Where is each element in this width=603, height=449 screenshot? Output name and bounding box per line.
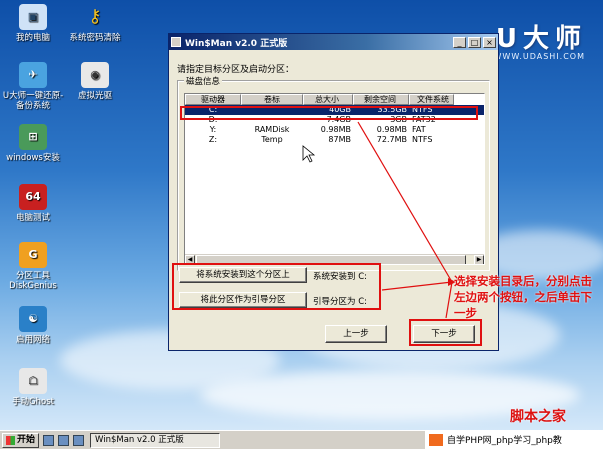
desktop-icon-label: U大师一键还原-备份系统	[2, 91, 64, 111]
table-row[interactable]: Z: Temp 87MB 72.7MB NTFS	[185, 135, 484, 145]
close-button[interactable]: ×	[483, 36, 496, 48]
column-header-label[interactable]: 卷标	[241, 94, 303, 105]
group-label: 磁盘信息	[184, 75, 223, 87]
prompt-text: 请指定目标分区及启动分区：	[177, 65, 295, 75]
table-row[interactable]: D: 7.4GB 3GB FAT32	[185, 115, 484, 125]
next-button[interactable]: 下一步	[413, 325, 475, 343]
desktop-icon-enable-network[interactable]: ☯ 启用网络	[0, 306, 66, 345]
desktop-icon-pc-test[interactable]: 64 电脑测试	[0, 184, 66, 223]
boot-partition-label: 引导分区为 C:	[313, 297, 368, 307]
desktop-icon-udashi-restore[interactable]: ✈ U大师一键还原-备份系统	[0, 62, 66, 111]
column-header-total[interactable]: 总大小	[303, 94, 353, 105]
installer-icon: ⊞	[19, 124, 47, 150]
desktop-icon-label: windows安装	[6, 153, 60, 163]
ghost-icon: ☖	[19, 368, 47, 394]
scroll-left-icon[interactable]: ◀	[185, 255, 195, 264]
install-target-label: 系统安装到 C:	[313, 272, 368, 282]
horizontal-scrollbar[interactable]: ◀ ▶	[185, 254, 484, 264]
php-banner: 自学PHP网_php学习_php教	[425, 430, 603, 449]
disk-info-group: 磁盘信息 驱动器 卷标 总大小 剩余空间 文件系统 C: 40GB 33.5GB…	[177, 75, 490, 271]
windows-flag-icon	[6, 435, 15, 445]
column-header-free[interactable]: 剩余空间	[353, 94, 409, 105]
desktop-icon-label: 系统密码清除	[69, 33, 121, 43]
key-icon: ⚷	[88, 6, 102, 27]
desktop-icon-label: 电脑测试	[15, 213, 50, 223]
desktop-icon-password-clear[interactable]: ⚷ 系统密码清除	[62, 4, 128, 44]
desktop-icon-label: 分区工具DiskGenius	[9, 271, 57, 291]
php-logo-icon	[429, 433, 443, 446]
aida64-icon: 64	[19, 184, 47, 210]
watermark: 脚本之家	[510, 409, 566, 425]
computer-icon: ▣	[19, 4, 47, 30]
quicklaunch-explorer-icon[interactable]	[58, 434, 70, 446]
taskbar-item-winsman[interactable]: Win$Man v2.0 正式版	[90, 432, 221, 448]
minimize-button[interactable]: _	[453, 36, 466, 48]
scroll-right-icon[interactable]: ▶	[474, 255, 484, 264]
bird-icon: ✈	[19, 62, 47, 88]
desktop-icon-label: 虚拟光驱	[77, 91, 112, 101]
desktop-icon-manual-ghost[interactable]: ☖ 手动Ghost	[0, 368, 66, 407]
window-titlebar[interactable]: Win$Man v2.0 正式版 _ □ ×	[169, 34, 498, 50]
quicklaunch-terminal-icon[interactable]	[73, 434, 85, 446]
network-icon: ☯	[19, 306, 47, 332]
taskbar: 开始 Win$Man v2.0 正式版 自学PHP网_php学习_php教	[0, 430, 603, 449]
install-to-partition-button[interactable]: 将系统安装到这个分区上	[179, 267, 307, 283]
scroll-thumb[interactable]	[196, 255, 466, 264]
winsman-window: Win$Man v2.0 正式版 _ □ × 请指定目标分区及启动分区： 磁盘信…	[168, 33, 499, 351]
prev-button[interactable]: 上一步	[325, 325, 387, 343]
annotation-text: 选择安装目录后，分别点击左边两个按钮，之后单击下一步	[454, 274, 592, 320]
start-button[interactable]: 开始	[2, 432, 40, 448]
desktop-icon-virtual-drive[interactable]: ◉ 虚拟光驱	[62, 62, 128, 101]
column-header-fs[interactable]: 文件系统	[409, 94, 454, 105]
diskgenius-icon: G	[19, 242, 47, 268]
desktop-icon-windows-install[interactable]: ⊞ windows安装	[0, 124, 66, 163]
desktop-icon-label: 手动Ghost	[12, 397, 54, 407]
table-row[interactable]: C: 40GB 33.5GB NTFS	[185, 105, 484, 115]
desktop-icon-label: 我的电脑	[15, 33, 50, 43]
php-banner-text: 自学PHP网_php学习_php教	[447, 436, 562, 446]
desktop-icon-my-computer[interactable]: ▣ 我的电脑	[0, 4, 66, 43]
partition-table: 驱动器 卷标 总大小 剩余空间 文件系统 C: 40GB 33.5GB NTFS…	[184, 93, 485, 265]
set-boot-partition-button[interactable]: 将此分区作为引导分区	[179, 292, 307, 308]
maximize-button[interactable]: □	[468, 36, 481, 48]
window-title: Win$Man v2.0 正式版	[185, 38, 288, 49]
app-icon	[171, 37, 181, 47]
table-header: 驱动器 卷标 总大小 剩余空间 文件系统	[185, 94, 484, 105]
desktop-icon-label: 启用网络	[15, 335, 50, 345]
column-header-drive[interactable]: 驱动器	[185, 94, 241, 105]
start-label: 开始	[17, 434, 36, 445]
desktop-icon-diskgenius[interactable]: G 分区工具DiskGenius	[0, 242, 66, 291]
quicklaunch-desktop-icon[interactable]	[43, 434, 55, 446]
table-row[interactable]: Y: RAMDisk 0.98MB 0.98MB FAT	[185, 125, 484, 135]
disc-icon: ◉	[81, 62, 109, 88]
brand-logo: U大师	[495, 24, 587, 54]
brand-url: WWW.UDASHI.COM	[493, 52, 585, 61]
